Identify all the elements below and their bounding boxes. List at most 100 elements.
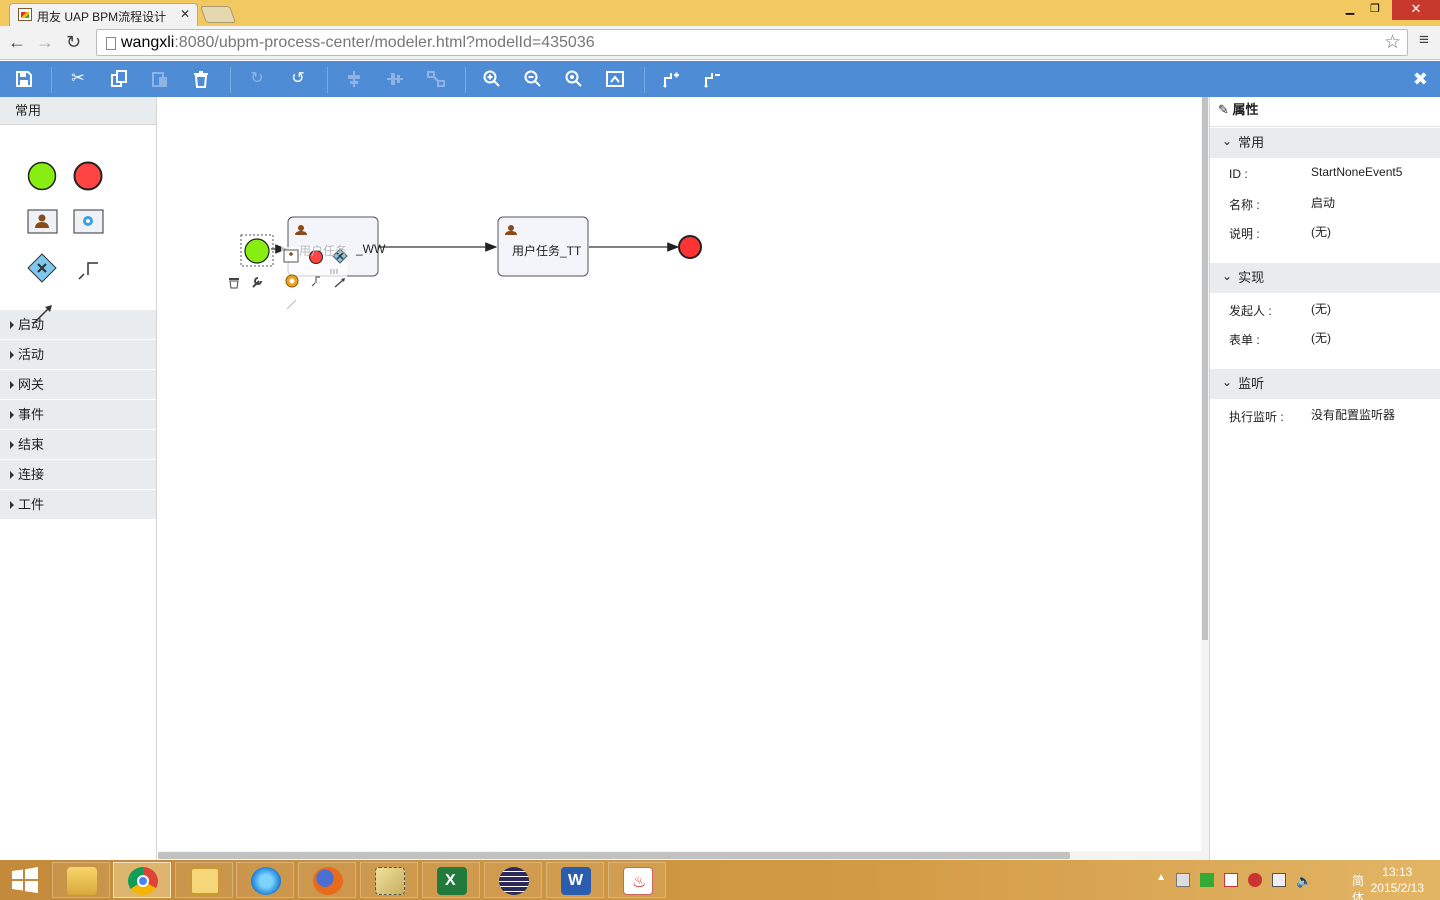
reload-icon[interactable]: ↻ [66, 32, 81, 53]
system-clock[interactable]: 13:13 2015/2/13 [1371, 864, 1424, 896]
same-size-icon[interactable] [424, 68, 448, 90]
context-wrench-icon[interactable] [252, 277, 262, 288]
end-event[interactable] [678, 235, 702, 259]
palette-group-event[interactable]: 事件 [0, 400, 156, 430]
editor-toolbar: ✂ ↻ ↺ ✖ [0, 61, 1440, 97]
prop-row-form: 表单 : (无) [1229, 329, 1331, 347]
prop-exec-listener-value[interactable]: 没有配置监听器 [1311, 406, 1395, 423]
shape-palette: 常用 启动 活动 网关 事件 结束 连接 工件 [0, 97, 157, 860]
zoom-in-icon[interactable] [480, 68, 504, 90]
user-task-tool[interactable] [27, 209, 59, 235]
minimize-button[interactable]: ▁ [1338, 0, 1362, 20]
canvas-vertical-scrollbar[interactable] [1201, 97, 1209, 860]
zoom-out-icon[interactable] [521, 68, 545, 90]
palette-group-activity[interactable]: 活动 [0, 340, 156, 370]
taskbar-word[interactable]: W [546, 862, 604, 898]
close-window-button[interactable]: ✕ [1392, 0, 1440, 20]
palette-group-start[interactable]: 启动 [0, 310, 156, 340]
paste-icon[interactable] [148, 68, 172, 90]
properties-header: ✎ 属性 [1210, 97, 1440, 127]
zoom-actual-icon[interactable] [562, 68, 586, 90]
add-bend-point-icon[interactable] [659, 68, 683, 90]
taskbar-firefox[interactable] [298, 862, 356, 898]
context-delete-icon[interactable] [229, 278, 239, 289]
excel-icon: X [437, 867, 467, 895]
prop-name-value[interactable]: 启动 [1311, 194, 1335, 211]
url-text: wangxli:8080/ubpm-process-center/modeler… [121, 34, 595, 51]
close-editor-icon[interactable]: ✖ [1413, 69, 1428, 90]
palette-group-end[interactable]: 结束 [0, 430, 156, 460]
taskbar-ie[interactable] [236, 862, 294, 898]
word-icon: W [561, 867, 591, 895]
page-icon [106, 37, 116, 50]
remove-bend-point-icon[interactable] [700, 68, 724, 90]
palette-group-connection[interactable]: 连接 [0, 460, 156, 490]
context-association-icon[interactable] [334, 279, 344, 288]
folder-icon [67, 867, 97, 895]
tray-security-icon[interactable] [1248, 873, 1262, 887]
sequence-flow-tool[interactable] [76, 255, 104, 283]
save-icon[interactable] [12, 68, 36, 90]
align-vertical-icon[interactable] [383, 68, 407, 90]
tray-volume-icon[interactable]: 🔈 [1296, 873, 1312, 888]
diagram-canvas[interactable]: _WW 用户任务 用户任务_TT [158, 97, 1201, 860]
tray-app-icon-2[interactable] [1200, 873, 1214, 887]
palette-common [0, 125, 156, 325]
properties-panel: ✎ 属性 常用 ID :StartNoneEvent5 名称 :启动 说明 :(… [1209, 97, 1440, 860]
start-event[interactable] [244, 238, 270, 264]
bookmark-star-icon[interactable]: ☆ [1384, 31, 1401, 54]
windows-start-icon[interactable] [11, 867, 39, 893]
redo-icon[interactable]: ↻ [245, 68, 269, 90]
tray-app-icon-1[interactable] [1176, 873, 1190, 887]
new-tab-button[interactable] [199, 6, 237, 23]
taskbar-chrome[interactable] [113, 862, 171, 898]
prop-description-value[interactable]: (无) [1311, 223, 1331, 240]
back-icon[interactable]: ← [8, 32, 26, 53]
ime-indicator[interactable]: 简体 [1352, 872, 1364, 900]
taskbar-java[interactable]: ♨ [608, 862, 666, 898]
tray-network-icon[interactable] [1272, 873, 1286, 887]
mail-icon [190, 867, 220, 895]
prop-row-id: ID : StartNoneEvent5 [1229, 165, 1403, 181]
task1-ghost-label: 用户任务 [299, 244, 348, 258]
canvas-horizontal-scrollbar[interactable] [158, 851, 1201, 860]
forward-icon[interactable]: → [36, 32, 54, 53]
align-horizontal-icon[interactable] [342, 68, 366, 90]
browser-tab[interactable]: 用友 UAP BPM流程设计 ✕ [9, 3, 198, 27]
cut-icon[interactable]: ✂ [66, 68, 90, 90]
restore-button[interactable]: ❐ [1362, 0, 1388, 20]
section-listeners[interactable]: 监听 [1210, 369, 1440, 399]
taskbar-outlook[interactable] [175, 862, 233, 898]
start-event-tool[interactable] [27, 161, 59, 193]
palette-group-artifact[interactable]: 工件 [0, 490, 156, 520]
taskbar-snipping[interactable] [360, 862, 418, 898]
prop-initiator-value[interactable]: (无) [1311, 300, 1331, 317]
task2-label: 用户任务_TT [512, 244, 582, 258]
association-tool[interactable] [30, 301, 56, 327]
taskbar-eclipse[interactable] [484, 862, 542, 898]
copy-icon[interactable] [107, 68, 131, 90]
section-implementation[interactable]: 实现 [1210, 263, 1440, 293]
delete-icon[interactable] [189, 68, 213, 90]
prop-id-value[interactable]: StartNoneEvent5 [1311, 165, 1402, 179]
tray-expand-icon[interactable]: ▲ [1156, 872, 1166, 883]
firefox-icon [313, 867, 343, 895]
eclipse-icon [499, 867, 529, 895]
prop-row-exec-listener: 执行监听 : 没有配置监听器 [1229, 406, 1396, 424]
prop-form-value[interactable]: (无) [1311, 329, 1331, 346]
url-input[interactable]: wangxli:8080/ubpm-process-center/modeler… [96, 29, 1408, 56]
exclusive-gateway-tool[interactable] [27, 253, 59, 285]
taskbar-excel[interactable]: X [422, 862, 480, 898]
section-common[interactable]: 常用 [1210, 128, 1440, 158]
zoom-fit-icon[interactable] [603, 68, 627, 90]
service-task-tool[interactable] [73, 209, 105, 235]
chrome-menu-icon[interactable]: ≡ [1419, 30, 1432, 50]
ie-icon [251, 867, 281, 895]
tab-title: 用友 UAP BPM流程设计 [37, 10, 167, 24]
tray-flag-icon[interactable] [1224, 873, 1238, 887]
palette-group-gateway[interactable]: 网关 [0, 370, 156, 400]
taskbar-file-explorer[interactable] [52, 862, 110, 898]
tab-close-icon[interactable]: ✕ [180, 7, 190, 21]
undo-icon[interactable]: ↺ [286, 68, 310, 90]
end-event-tool[interactable] [73, 161, 105, 193]
